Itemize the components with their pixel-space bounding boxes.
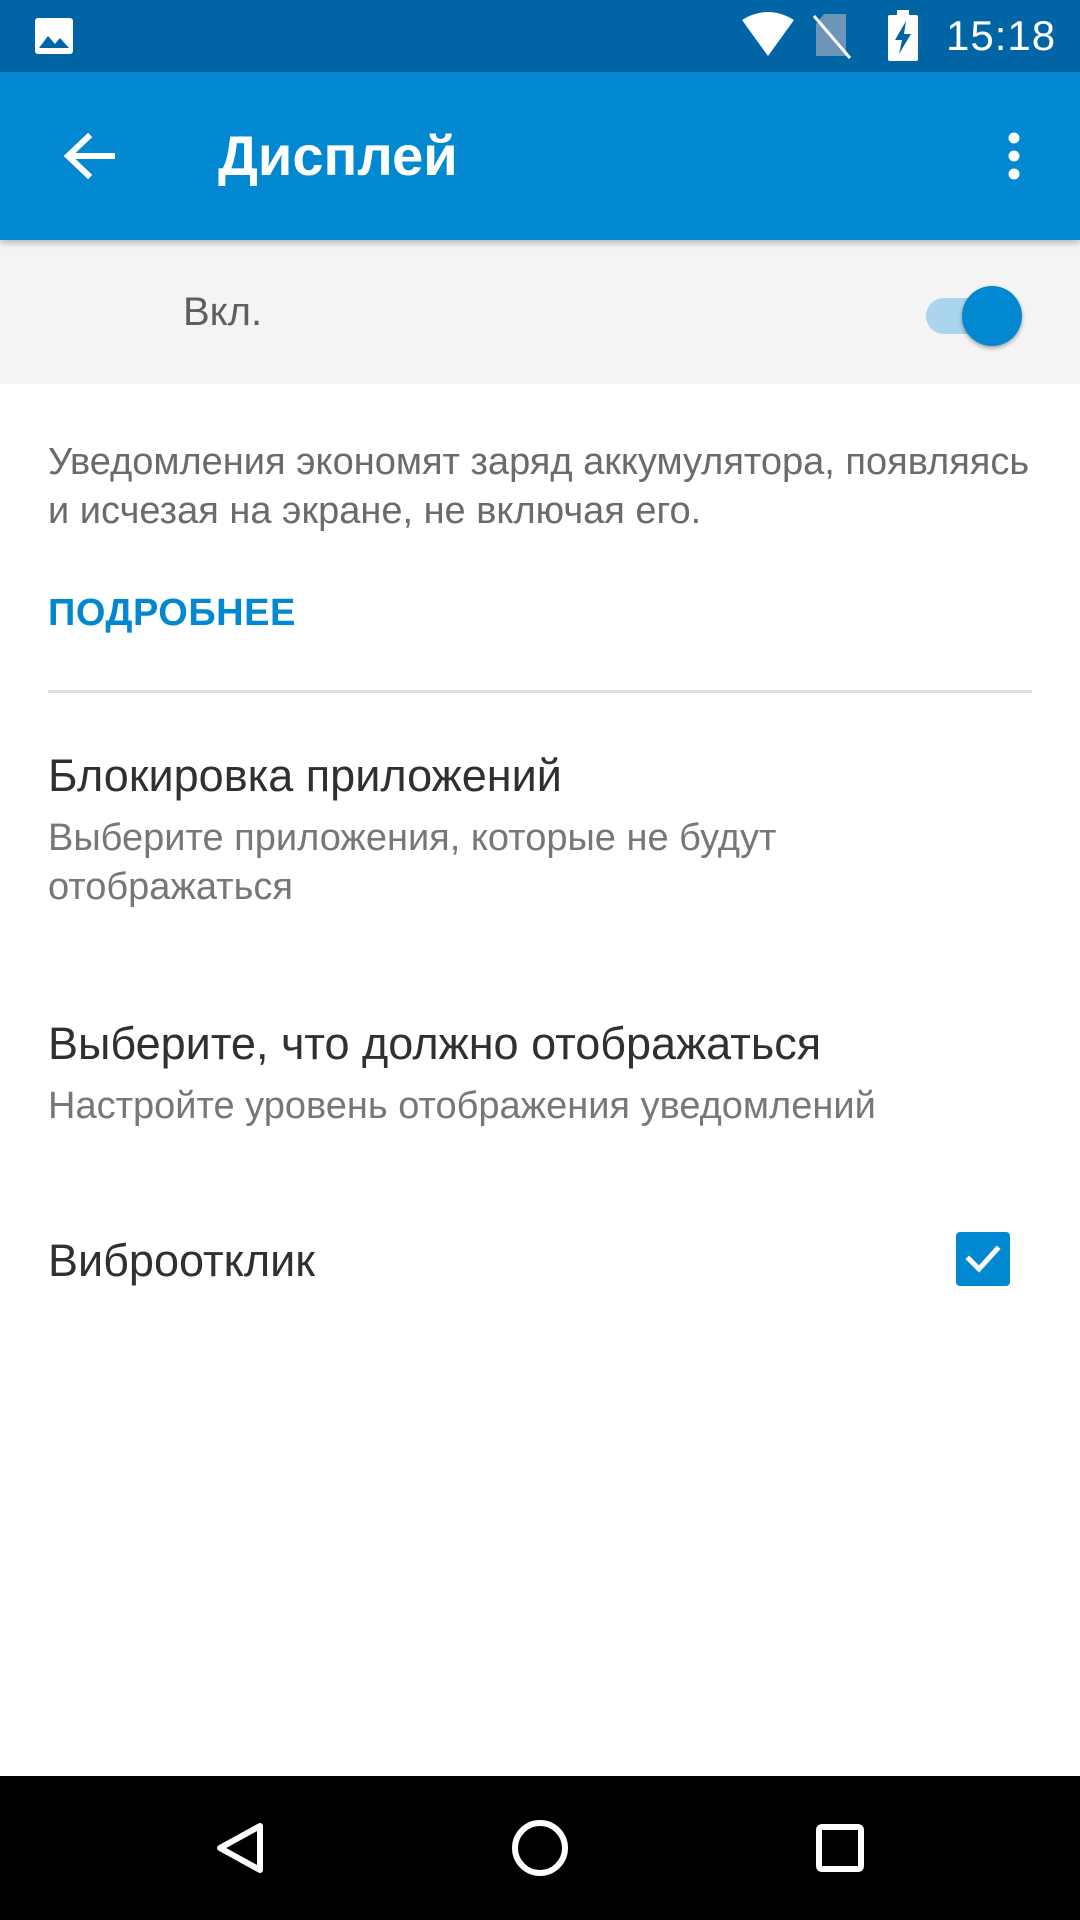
status-bar: 15:18 bbox=[0, 0, 1080, 72]
pref-haptic-feedback[interactable]: Виброотклик bbox=[0, 1210, 1080, 1310]
learn-more-link[interactable]: ПОДРОБНЕЕ bbox=[48, 592, 296, 635]
master-switch-label: Вкл. bbox=[183, 290, 263, 334]
no-sim-icon bbox=[812, 14, 852, 59]
nav-back-icon bbox=[217, 1823, 263, 1873]
wifi-icon bbox=[742, 12, 794, 56]
nav-recents-button[interactable] bbox=[790, 1798, 890, 1898]
battery-charging-icon bbox=[888, 10, 918, 61]
nav-home-button[interactable] bbox=[490, 1798, 590, 1898]
haptic-checkbox[interactable] bbox=[956, 1232, 1010, 1286]
back-button[interactable] bbox=[44, 112, 132, 200]
pref-title: Виброотклик bbox=[48, 1235, 315, 1286]
description-text: Уведомления экономят заряд аккумулятора,… bbox=[48, 441, 1030, 532]
arrow-back-icon bbox=[63, 132, 115, 180]
nav-recents-icon bbox=[816, 1824, 864, 1872]
gallery-icon bbox=[35, 18, 73, 54]
pref-summary: Настройте уровень отображения уведомлени… bbox=[48, 1085, 876, 1127]
pref-title: Выберите, что должно отображаться bbox=[48, 1018, 822, 1069]
pref-title: Блокировка приложений bbox=[48, 750, 562, 801]
nav-back-button[interactable] bbox=[190, 1798, 290, 1898]
master-switch-row[interactable]: Вкл. bbox=[0, 240, 1080, 384]
divider bbox=[48, 690, 1032, 693]
more-options-button[interactable] bbox=[974, 112, 1054, 200]
toggle-thumb bbox=[962, 286, 1022, 346]
app-bar: Дисплей bbox=[0, 72, 1080, 240]
status-time: 15:18 bbox=[946, 12, 1057, 59]
pref-app-blocking[interactable]: Блокировка приложений Выберите приложени… bbox=[0, 730, 1080, 930]
master-toggle[interactable] bbox=[920, 282, 1032, 346]
more-vert-icon bbox=[1008, 132, 1020, 180]
page-title: Дисплей bbox=[218, 124, 458, 187]
pref-summary: Выберите приложения, которые не будут от… bbox=[48, 817, 777, 908]
nav-home-icon bbox=[512, 1820, 568, 1876]
check-icon bbox=[965, 1245, 1001, 1273]
navigation-bar bbox=[0, 1776, 1080, 1920]
pref-what-to-show[interactable]: Выберите, что должно отображаться Настро… bbox=[0, 1000, 1080, 1160]
